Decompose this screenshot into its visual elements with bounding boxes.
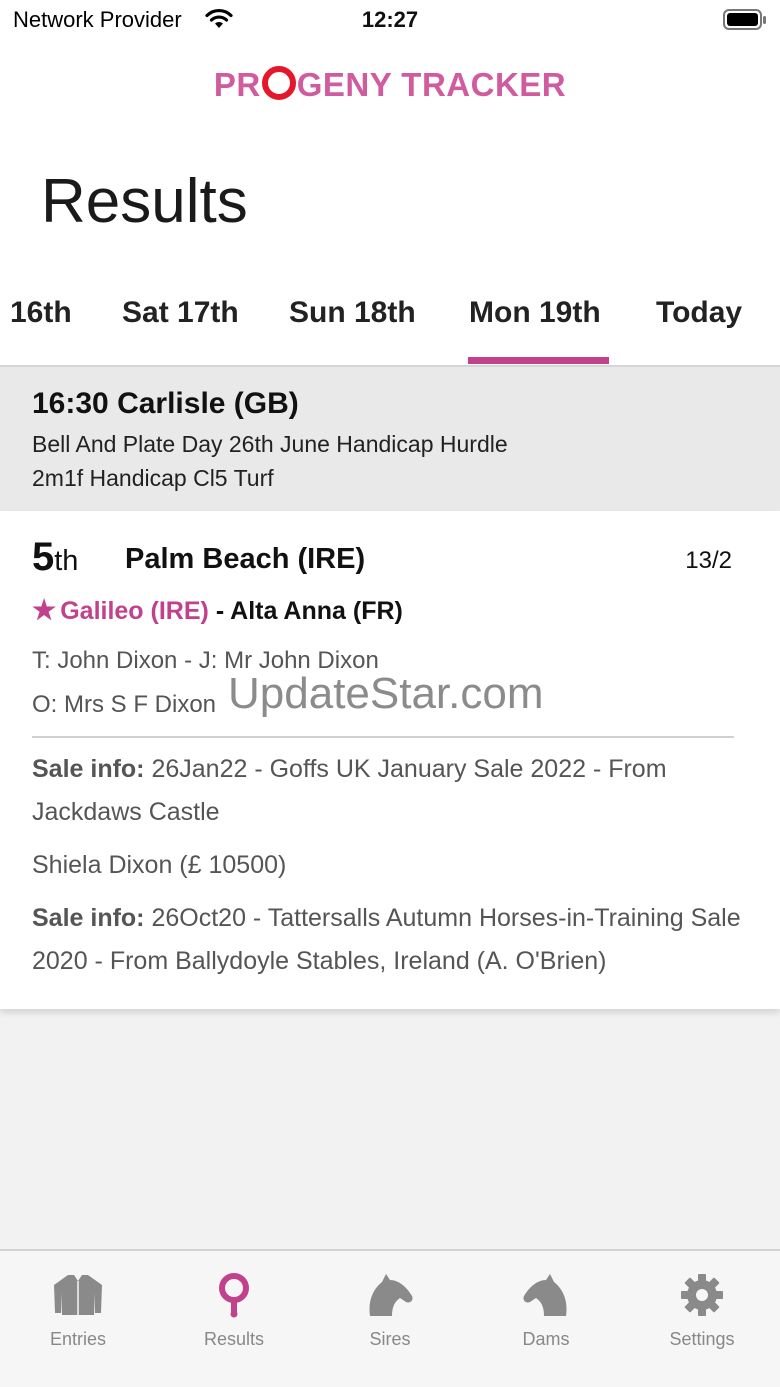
logo-text-end: GENY TRACKER bbox=[296, 66, 567, 103]
race-header: 16:30 Carlisle (GB) Bell And Plate Day 2… bbox=[0, 367, 780, 511]
status-bar: Network Provider 12:27 bbox=[0, 0, 780, 40]
sale-buyer: Shiela Dixon (£ 10500) bbox=[32, 844, 742, 887]
race-title: 16:30 Carlisle (GB) bbox=[32, 387, 299, 420]
tab-results-label: Results bbox=[203, 1329, 265, 1349]
tab-16th[interactable]: 16th bbox=[10, 296, 72, 330]
breeding-line: ★ Galileo (IRE) - Alta Anna (FR) bbox=[32, 595, 403, 626]
sale-info: Sale info: 26Jan22 - Goffs UK January Sa… bbox=[32, 748, 742, 834]
progeny-tracker-logo: PR GENY TRACKER bbox=[0, 66, 780, 104]
location-pin-icon bbox=[156, 1265, 312, 1325]
watermark: UpdateStar.com bbox=[228, 669, 544, 718]
tab-dams-label: Dams bbox=[522, 1329, 570, 1349]
dam-name: Alta Anna (FR) bbox=[230, 597, 403, 625]
logo-text-start: PR bbox=[213, 66, 261, 103]
tab-entries-label: Entries bbox=[49, 1329, 107, 1349]
tab-settings[interactable]: Settings bbox=[624, 1265, 780, 1350]
race-details: 2m1f Handicap Cl5 Turf bbox=[32, 465, 274, 491]
tab-sat-17th[interactable]: Sat 17th bbox=[122, 296, 239, 330]
tab-mon-19th[interactable]: Mon 19th bbox=[469, 296, 601, 330]
clock: 12:27 bbox=[361, 7, 419, 32]
result-card[interactable]: 5th Palm Beach (IRE) 13/2 ★ Galileo (IRE)… bbox=[0, 511, 780, 1009]
sire-name[interactable]: Galileo (IRE) bbox=[60, 597, 209, 625]
sale-info-label: Sale info: bbox=[32, 755, 145, 783]
finish-position: 5th bbox=[32, 535, 78, 580]
logo-ring-icon bbox=[261, 66, 296, 100]
tab-dams[interactable]: Dams bbox=[468, 1265, 624, 1350]
odds: 13/2 bbox=[685, 547, 732, 574]
tab-entries[interactable]: Entries bbox=[0, 1265, 156, 1350]
page-title: Results bbox=[41, 167, 248, 236]
tab-sires[interactable]: Sires bbox=[312, 1265, 468, 1350]
tab-results[interactable]: Results bbox=[156, 1265, 312, 1350]
card-divider bbox=[32, 736, 734, 738]
sale-info: Sale info: 26Oct20 - Tattersalls Autumn … bbox=[32, 897, 742, 983]
battery-icon bbox=[723, 9, 767, 36]
sale-buyer-text: Shiela Dixon (£ 10500) bbox=[32, 851, 287, 879]
owner: O: Mrs S F Dixon bbox=[32, 691, 217, 718]
position-number: 5 bbox=[32, 535, 55, 579]
horse-head-icon bbox=[468, 1265, 624, 1325]
horse-name: Palm Beach (IRE) bbox=[125, 543, 366, 575]
sale-info-label: Sale info: bbox=[32, 904, 145, 932]
header-area: Network Provider 12:27 PR GENY TRACKER Re… bbox=[0, 0, 780, 366]
date-tabs: 16th Sat 17th Sun 18th Mon 19th Today bbox=[0, 292, 780, 365]
breeding-separator: - bbox=[215, 597, 225, 625]
tab-today[interactable]: Today bbox=[656, 296, 742, 330]
active-tab-indicator bbox=[468, 357, 609, 364]
jacket-icon bbox=[0, 1265, 156, 1325]
race-name: Bell And Plate Day 26th June Handicap Hu… bbox=[32, 431, 508, 457]
gear-icon bbox=[624, 1265, 780, 1325]
star-icon[interactable]: ★ bbox=[32, 595, 56, 625]
horse-head-icon bbox=[312, 1265, 468, 1325]
tab-bar: Entries Results Sires Dams Settings bbox=[0, 1251, 780, 1387]
tab-sun-18th[interactable]: Sun 18th bbox=[289, 296, 416, 330]
tab-sires-label: Sires bbox=[369, 1329, 411, 1349]
tab-settings-label: Settings bbox=[669, 1329, 735, 1349]
position-suffix: th bbox=[54, 545, 79, 577]
